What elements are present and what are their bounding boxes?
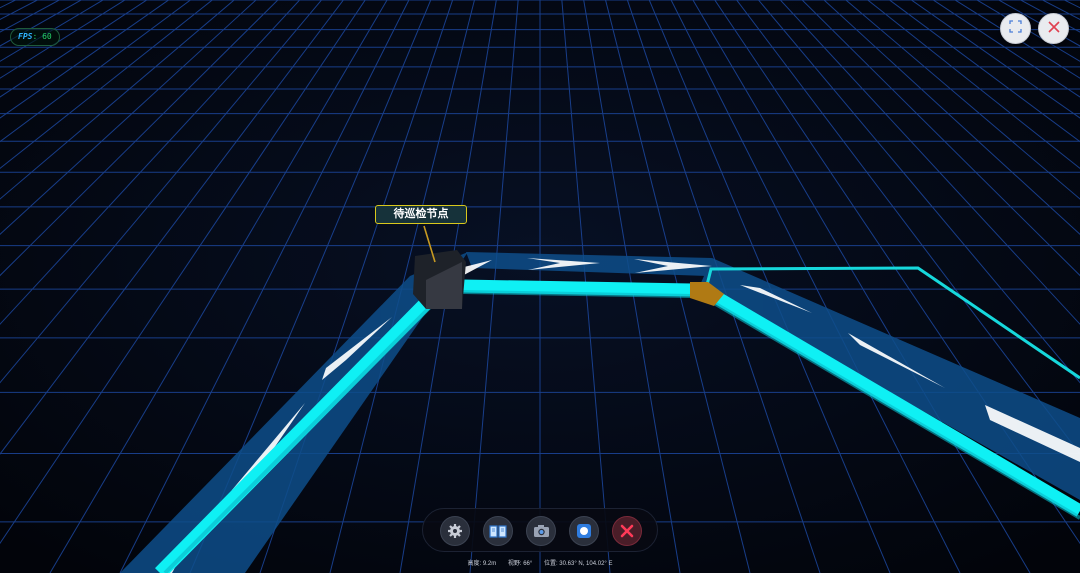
fps-value: : 60	[32, 32, 52, 41]
settings-button[interactable]	[440, 516, 470, 546]
close-button[interactable]	[1038, 13, 1069, 44]
fullscreen-icon	[1009, 19, 1022, 38]
screenshot-button[interactable]	[526, 516, 556, 546]
fullscreen-button[interactable]	[1000, 13, 1031, 44]
exit-button[interactable]	[612, 516, 642, 546]
record-button[interactable]	[569, 516, 599, 546]
record-icon	[576, 523, 592, 539]
book-icon	[489, 523, 507, 539]
pipeline-scene	[0, 0, 1080, 573]
inspection-node-label[interactable]: 待巡检节点	[375, 205, 467, 224]
fps-label: FPS	[18, 32, 33, 41]
close-icon	[1047, 20, 1060, 38]
guide-button[interactable]	[483, 516, 513, 546]
camera-height: 高度: 9.2m	[467, 561, 497, 567]
fps-counter: FPS: 60	[10, 28, 60, 46]
camera-icon	[533, 524, 550, 538]
field-of-view: 视野: 66°	[507, 561, 533, 567]
camera-position: 位置: 30.63° N, 104.02° E	[543, 561, 613, 567]
status-bar: 高度: 9.2m 视野: 66° 位置: 30.63° N, 104.02° E	[0, 558, 1080, 567]
gear-icon	[447, 523, 463, 539]
3d-viewport[interactable]: 待巡检节点	[0, 0, 1080, 573]
bottom-toolbar	[422, 508, 658, 552]
pipe-top-segment	[461, 279, 693, 297]
close-icon	[620, 524, 634, 538]
